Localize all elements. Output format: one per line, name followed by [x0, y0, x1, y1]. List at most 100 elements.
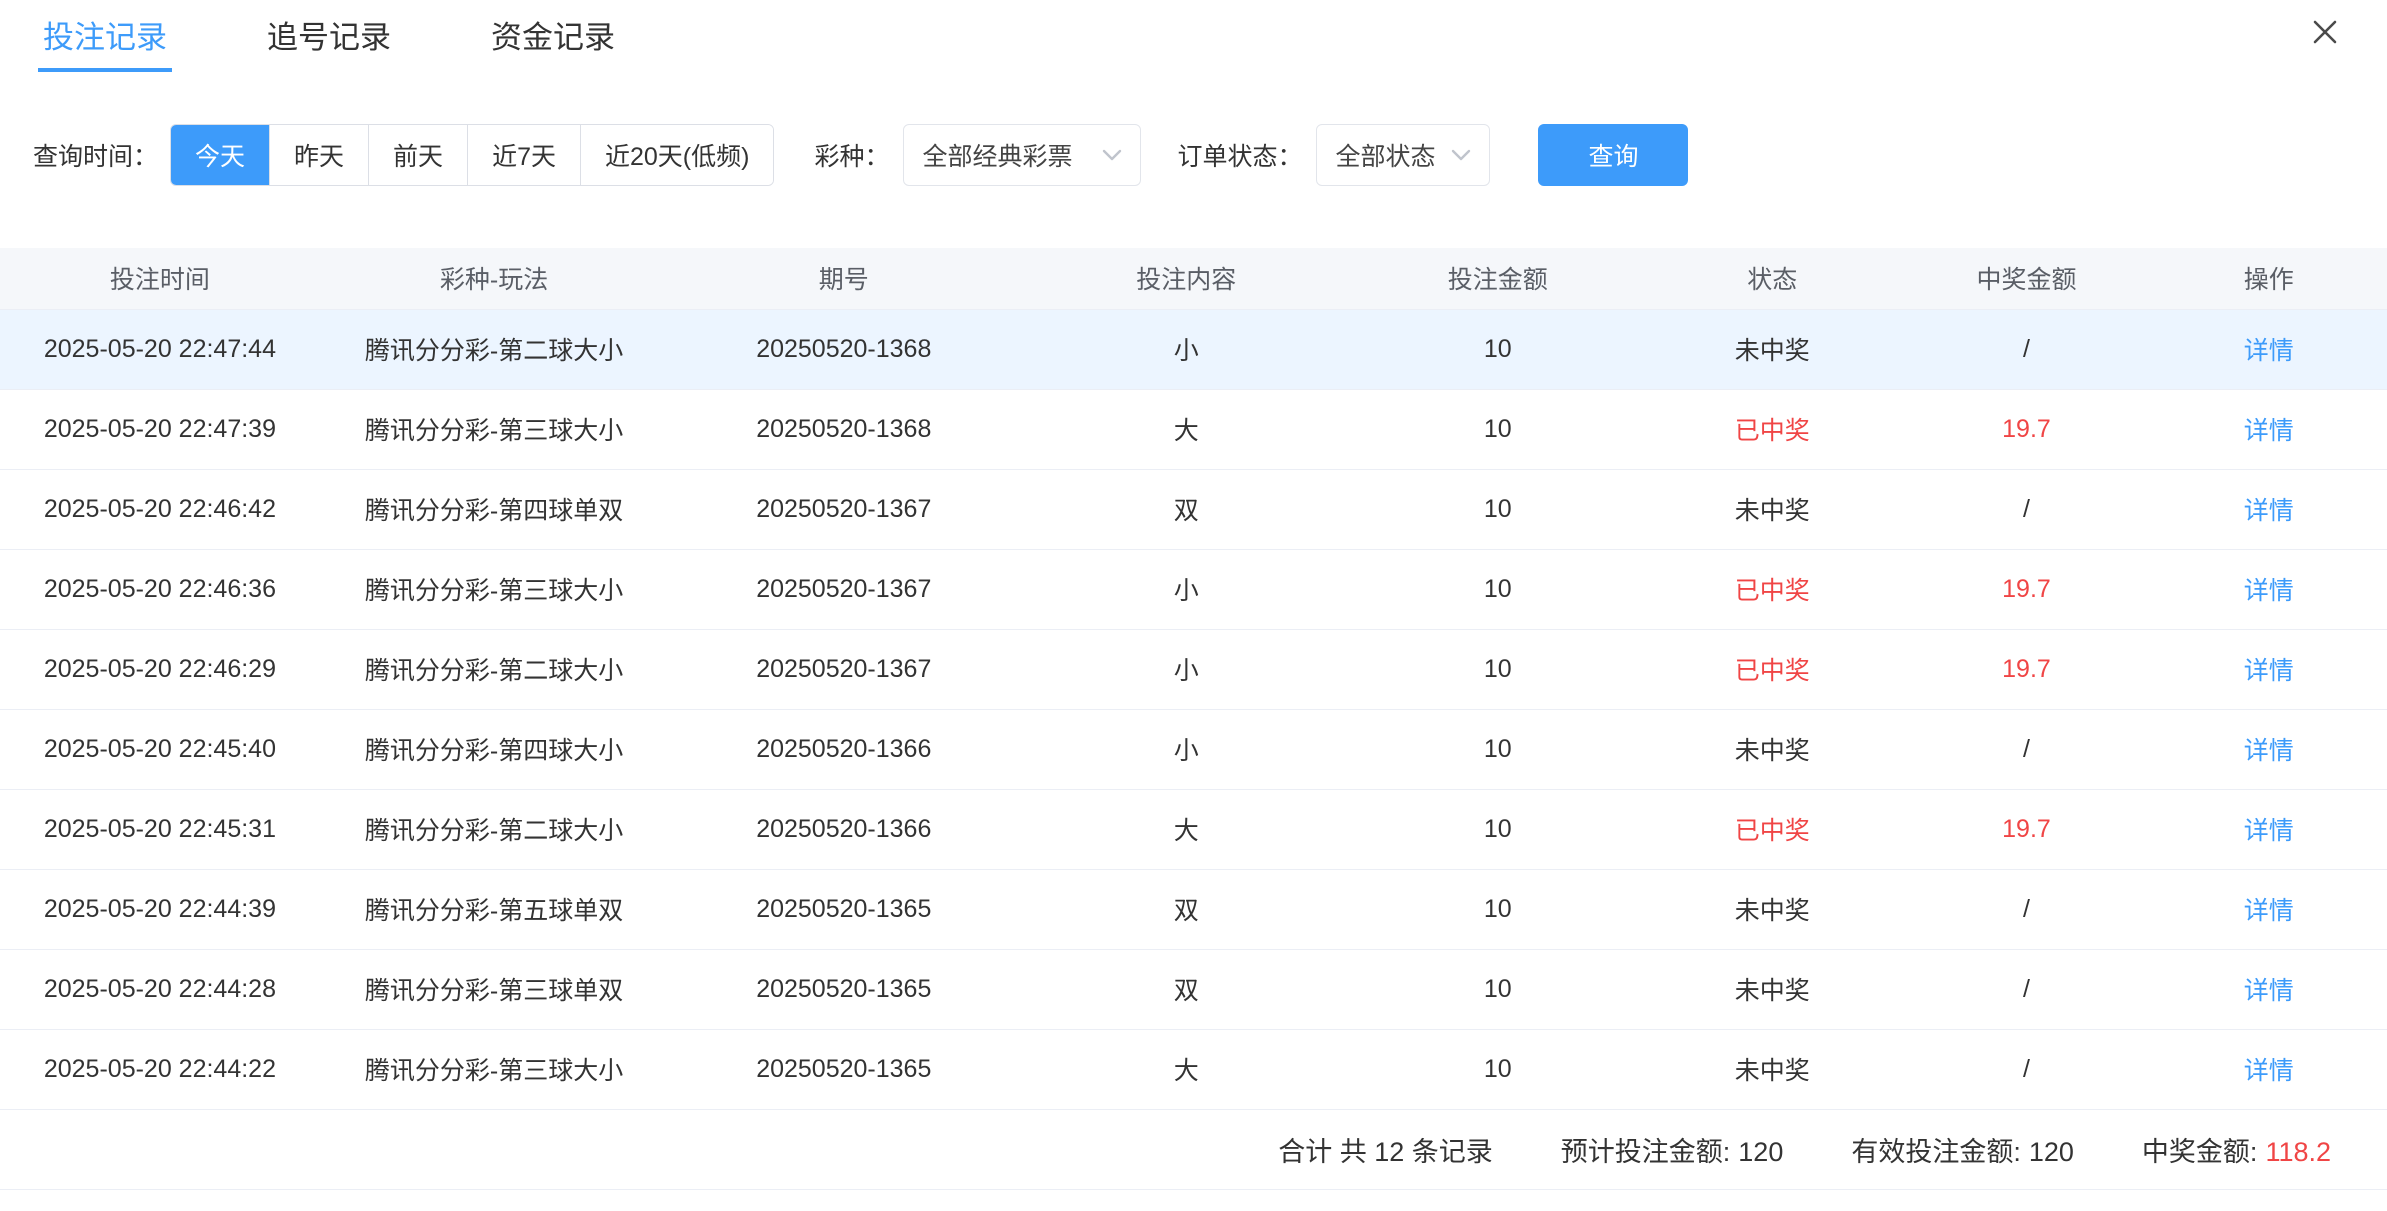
bet-amount: 10: [1353, 789, 1642, 869]
time-option-2[interactable]: 前天: [368, 125, 467, 185]
game-play: 腾讯分分彩-第三球单双: [320, 949, 669, 1029]
tab-bar: 投注记录 追号记录 资金记录: [0, 0, 2387, 72]
status-text: 已中奖: [1642, 789, 1902, 869]
detail-link[interactable]: 详情: [2244, 897, 2294, 925]
issue-number: 20250520-1368: [668, 389, 1019, 469]
bet-content: 小: [1019, 629, 1353, 709]
bet-time: 2025-05-20 22:45:31: [0, 789, 320, 869]
prize-amount: 19.7: [1902, 629, 2150, 709]
issue-number: 20250520-1367: [668, 469, 1019, 549]
order-status-select-value: 全部状态: [1335, 137, 1435, 173]
status-text: 未中奖: [1642, 709, 1902, 789]
bet-time: 2025-05-20 22:46:42: [0, 469, 320, 549]
detail-link[interactable]: 详情: [2244, 737, 2294, 765]
time-range-group: 今天昨天前天近7天近20天(低频): [170, 124, 774, 186]
detail-link[interactable]: 详情: [2244, 977, 2294, 1005]
game-play: 腾讯分分彩-第二球大小: [320, 309, 669, 389]
tab-fund-records[interactable]: 资金记录: [486, 14, 620, 72]
bet-content: 大: [1019, 789, 1353, 869]
bet-content: 小: [1019, 709, 1353, 789]
bet-content: 双: [1019, 949, 1353, 1029]
chevron-down-icon: [1451, 149, 1471, 162]
time-option-4[interactable]: 近20天(低频): [580, 125, 773, 185]
column-header: 中奖金额: [1902, 248, 2150, 309]
prize-amount: /: [1902, 709, 2150, 789]
summary-bar: 合计 共 12 条记录 预计投注金额:120 有效投注金额:120 中奖金额:1…: [0, 1110, 2387, 1190]
detail-link[interactable]: 详情: [2244, 337, 2294, 365]
prize-amount: 19.7: [1902, 549, 2150, 629]
prize-amount: 19.7: [1902, 389, 2150, 469]
query-button[interactable]: 查询: [1538, 124, 1688, 186]
table-row: 2025-05-20 22:47:39 腾讯分分彩-第三球大小 20250520…: [0, 389, 2387, 469]
detail-link[interactable]: 详情: [2244, 817, 2294, 845]
bet-time: 2025-05-20 22:46:36: [0, 549, 320, 629]
order-status-select[interactable]: 全部状态: [1316, 124, 1490, 186]
tab-chase-records[interactable]: 追号记录: [262, 14, 396, 72]
filter-bar: 查询时间： 今天昨天前天近7天近20天(低频) 彩种： 全部经典彩票 订单状态：…: [33, 124, 2387, 186]
bet-amount: 10: [1353, 389, 1642, 469]
action-cell: 详情: [2151, 389, 2387, 469]
detail-link[interactable]: 详情: [2244, 657, 2294, 685]
action-cell: 详情: [2151, 469, 2387, 549]
detail-link[interactable]: 详情: [2244, 417, 2294, 445]
column-header: 状态: [1642, 248, 1902, 309]
bet-amount: 10: [1353, 469, 1642, 549]
bet-time: 2025-05-20 22:44:28: [0, 949, 320, 1029]
status-text: 未中奖: [1642, 469, 1902, 549]
action-cell: 详情: [2151, 1029, 2387, 1109]
table-row: 2025-05-20 22:46:36 腾讯分分彩-第三球大小 20250520…: [0, 549, 2387, 629]
expected-bet-label: 预计投注金额:: [1561, 1137, 1731, 1167]
bet-time: 2025-05-20 22:44:39: [0, 869, 320, 949]
action-cell: 详情: [2151, 949, 2387, 1029]
issue-number: 20250520-1365: [668, 869, 1019, 949]
column-header: 投注金额: [1353, 248, 1642, 309]
valid-bet-total: 有效投注金额:120: [1851, 1130, 2074, 1169]
column-header: 投注时间: [0, 248, 320, 309]
issue-number: 20250520-1365: [668, 949, 1019, 1029]
status-text: 已中奖: [1642, 549, 1902, 629]
bet-content: 双: [1019, 869, 1353, 949]
lottery-select-value: 全部经典彩票: [922, 137, 1072, 173]
table-row: 2025-05-20 22:45:31 腾讯分分彩-第二球大小 20250520…: [0, 789, 2387, 869]
issue-number: 20250520-1367: [668, 629, 1019, 709]
bet-content: 大: [1019, 389, 1353, 469]
time-option-3[interactable]: 近7天: [467, 125, 580, 185]
time-option-1[interactable]: 昨天: [269, 125, 368, 185]
status-text: 已中奖: [1642, 629, 1902, 709]
status-text: 未中奖: [1642, 1029, 1902, 1109]
close-icon[interactable]: [2309, 16, 2341, 48]
table-row: 2025-05-20 22:45:40 腾讯分分彩-第四球大小 20250520…: [0, 709, 2387, 789]
bet-amount: 10: [1353, 309, 1642, 389]
detail-link[interactable]: 详情: [2244, 497, 2294, 525]
table-body: 2025-05-20 22:47:44 腾讯分分彩-第二球大小 20250520…: [0, 309, 2387, 1109]
bet-content: 双: [1019, 469, 1353, 549]
lottery-select[interactable]: 全部经典彩票: [903, 124, 1141, 186]
table-row: 2025-05-20 22:47:44 腾讯分分彩-第二球大小 20250520…: [0, 309, 2387, 389]
action-cell: 详情: [2151, 869, 2387, 949]
column-header: 期号: [668, 248, 1019, 309]
action-cell: 详情: [2151, 549, 2387, 629]
prize-amount: /: [1902, 469, 2150, 549]
time-option-0[interactable]: 今天: [171, 125, 269, 185]
issue-number: 20250520-1366: [668, 789, 1019, 869]
action-cell: 详情: [2151, 709, 2387, 789]
status-text: 已中奖: [1642, 389, 1902, 469]
table-row: 2025-05-20 22:44:39 腾讯分分彩-第五球单双 20250520…: [0, 869, 2387, 949]
prize-total: 中奖金额:118.2: [2142, 1130, 2331, 1169]
detail-link[interactable]: 详情: [2244, 577, 2294, 605]
tab-betting-records[interactable]: 投注记录: [38, 14, 172, 72]
game-play: 腾讯分分彩-第二球大小: [320, 629, 669, 709]
game-play: 腾讯分分彩-第五球单双: [320, 869, 669, 949]
bet-time: 2025-05-20 22:45:40: [0, 709, 320, 789]
bet-time: 2025-05-20 22:47:39: [0, 389, 320, 469]
prize-amount: 19.7: [1902, 789, 2150, 869]
prize-total-label: 中奖金额:: [2142, 1137, 2258, 1167]
bet-amount: 10: [1353, 1029, 1642, 1109]
prize-total-value: 118.2: [2265, 1137, 2331, 1167]
detail-link[interactable]: 详情: [2244, 1057, 2294, 1085]
bet-time: 2025-05-20 22:44:22: [0, 1029, 320, 1109]
table-row: 2025-05-20 22:46:29 腾讯分分彩-第二球大小 20250520…: [0, 629, 2387, 709]
column-header: 操作: [2151, 248, 2387, 309]
game-play: 腾讯分分彩-第三球大小: [320, 1029, 669, 1109]
issue-number: 20250520-1367: [668, 549, 1019, 629]
